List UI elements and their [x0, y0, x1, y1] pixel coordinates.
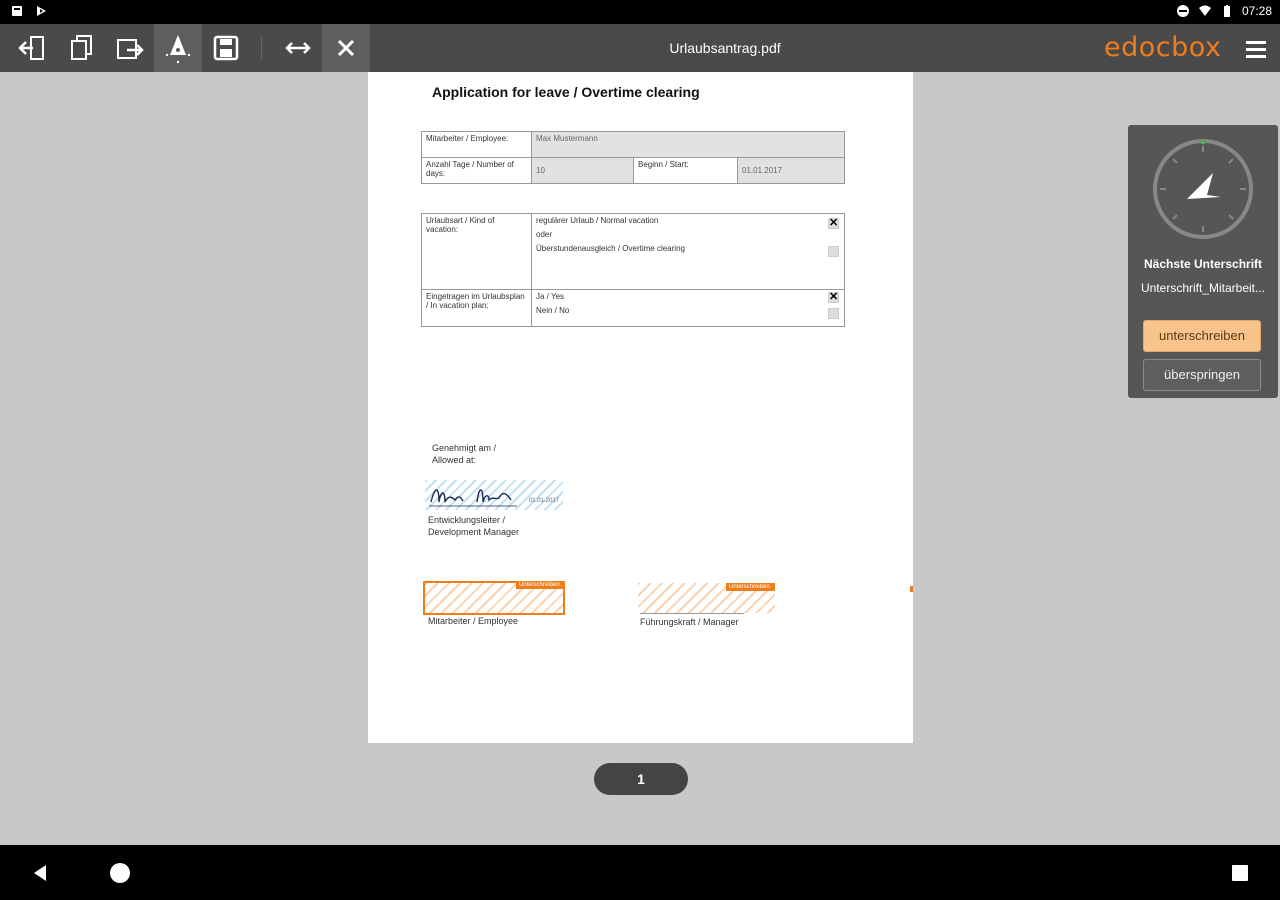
checkbox-overtime: [828, 246, 839, 257]
exit-icon: [18, 36, 44, 60]
start-value: 01.01.2017: [737, 157, 845, 184]
android-nav-bar: [0, 845, 1280, 900]
clock: 07:28: [1241, 4, 1272, 18]
fit-width-icon: [285, 42, 311, 54]
option-yes: Ja / Yes: [536, 292, 565, 301]
days-value: 10: [531, 157, 634, 184]
home-icon[interactable]: [109, 862, 131, 884]
manager-signature-label: Führungskraft / Manager: [640, 617, 739, 627]
fit-width-button[interactable]: [274, 24, 322, 72]
exit-button[interactable]: [8, 24, 56, 72]
checkbox-regular-checked: ✕: [828, 217, 839, 229]
forward-button[interactable]: [106, 24, 154, 72]
recents-icon[interactable]: [1231, 864, 1249, 882]
copy-icon: [71, 35, 92, 60]
signature-date: 01.01.2017: [528, 498, 559, 504]
compass-icon: [1153, 139, 1253, 239]
signature-panel: Nächste Unterschrift Unterschrift_Mitarb…: [1128, 125, 1278, 398]
play-store-icon: [37, 6, 46, 16]
document-heading: Application for leave / Overtime clearin…: [432, 84, 700, 100]
save-icon: [213, 35, 239, 61]
manager-signature-line: [640, 613, 744, 614]
signature-pen-icon: [165, 35, 191, 64]
employee-label: Mitarbeiter / Employee:: [421, 131, 532, 158]
save-button[interactable]: [202, 24, 250, 72]
checkbox-yes-checked: ✕: [828, 291, 839, 303]
toolbar: Urlaubsantrag.pdf edocbox: [0, 24, 1280, 72]
copy-button[interactable]: [58, 24, 106, 72]
forward-icon: [117, 39, 144, 59]
back-icon[interactable]: [30, 863, 50, 883]
checkbox-no: [828, 308, 839, 319]
annotate-button[interactable]: [154, 24, 202, 72]
or-text: oder: [536, 230, 553, 239]
next-signature-name: Unterschrift_Mitarbeit...: [1140, 281, 1266, 295]
next-signature-title: Nächste Unterschrift: [1143, 257, 1263, 271]
brand-logo: edocbox: [1104, 32, 1222, 63]
kind-options: regulärer Urlaub / Normal vacation oder …: [531, 213, 845, 290]
dev-manager-label: Entwicklungsleiter / Development Manager: [428, 515, 520, 537]
employee-sign-flag: Unterschreiben: [516, 581, 565, 589]
menu-button[interactable]: [1240, 36, 1272, 62]
sign-button[interactable]: unterschreiben: [1143, 320, 1261, 352]
do-not-disturb-icon: [1176, 5, 1189, 17]
entered-label: Eingetragen im Urlaubsplan / In vacation…: [421, 289, 532, 327]
option-no: Nein / No: [536, 306, 570, 315]
close-icon: [337, 39, 355, 57]
skip-button[interactable]: überspringen: [1143, 359, 1261, 391]
employee-signature-label: Mitarbeiter / Employee: [428, 616, 519, 626]
pdf-page: Application for leave / Overtime clearin…: [368, 72, 913, 743]
option-overtime: Überstundenausgleich / Overtime clearing: [536, 244, 685, 253]
entered-options: Ja / Yes Nein / No: [531, 289, 845, 327]
status-bar: 07:28: [0, 0, 1280, 24]
toolbar-divider: [261, 36, 262, 60]
wifi-icon: [1198, 5, 1211, 16]
vacation-table: Urlaubsart / Kind of vacation: regulärer…: [421, 213, 845, 327]
employee-value: Max Mustermann: [531, 131, 845, 158]
page-indicator[interactable]: 1: [594, 763, 688, 795]
allowed-at-label: Genehmigt am / Allowed at:: [432, 443, 497, 465]
offpage-field-marker: [910, 586, 913, 592]
manager-sign-flag: Unterschreiben: [726, 583, 775, 591]
signature-scribble: [429, 489, 517, 507]
notification-icon: [12, 6, 22, 16]
existing-signature: 01.01.2017: [425, 480, 563, 510]
days-label: Anzahl Tage / Number of days:: [421, 157, 532, 184]
kind-label: Urlaubsart / Kind of vacation:: [421, 213, 532, 290]
close-button[interactable]: [322, 24, 370, 72]
battery-icon: [1223, 5, 1230, 17]
hamburger-icon: [1246, 41, 1266, 58]
employee-table: Mitarbeiter / Employee: Max Mustermann A…: [421, 131, 845, 184]
option-regular: regulärer Urlaub / Normal vacation: [536, 216, 659, 225]
start-label: Beginn / Start:: [633, 157, 738, 184]
